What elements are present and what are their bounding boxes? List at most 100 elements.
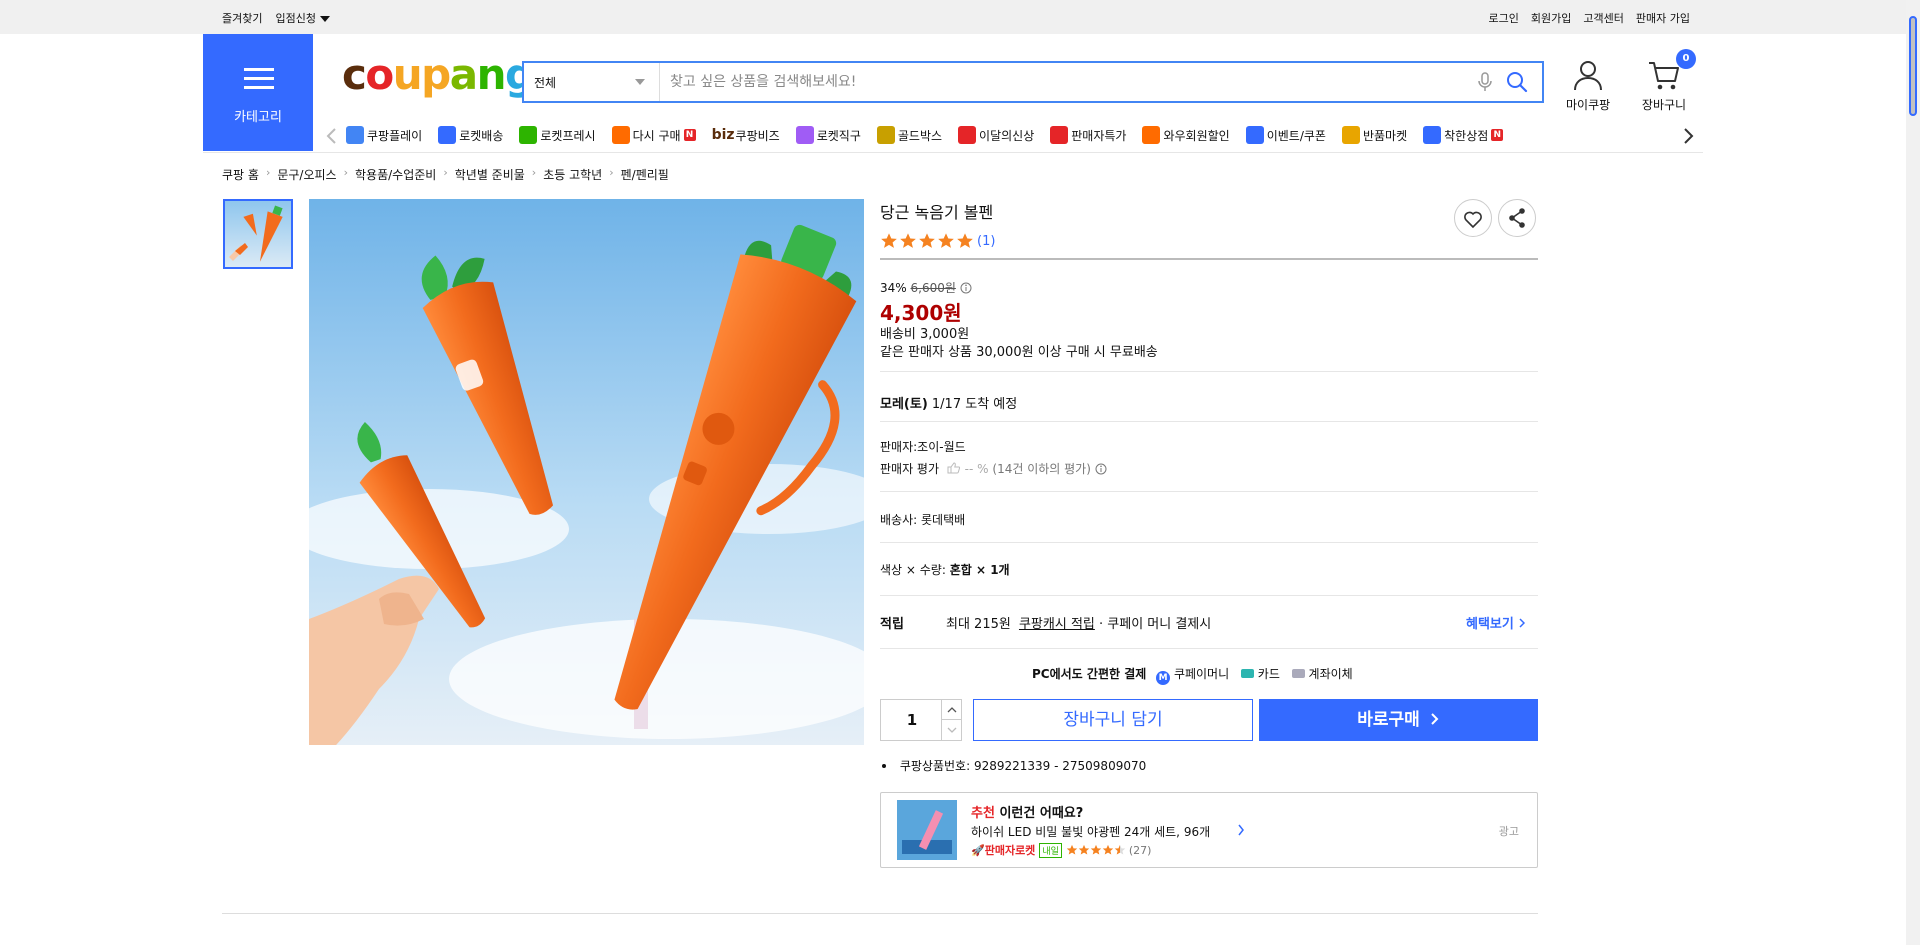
chevron-right-icon[interactable] bbox=[1237, 824, 1245, 836]
breadcrumb-separator-icon: › bbox=[265, 166, 271, 179]
pay-money: 쿠페이머니 bbox=[1173, 667, 1230, 681]
nav-item[interactable]: 이달의신상 bbox=[958, 126, 1034, 144]
nav-item-label: 와우회원할인 bbox=[1163, 128, 1230, 143]
coupay-icon: M bbox=[1156, 671, 1171, 685]
carrot-pen-image bbox=[309, 199, 864, 745]
info-icon[interactable] bbox=[1095, 463, 1107, 475]
search-category-select[interactable]: 전체 bbox=[524, 63, 660, 101]
logo-letter: c bbox=[342, 50, 367, 99]
carrot-pen-thumbnail-image bbox=[225, 201, 291, 267]
nav-item[interactable]: 와우회원할인 bbox=[1142, 126, 1230, 144]
bank-icon bbox=[1291, 669, 1305, 678]
scrollbar-thumb[interactable] bbox=[1909, 16, 1917, 116]
title-divider bbox=[880, 258, 1538, 260]
user-icon bbox=[1574, 61, 1603, 91]
star-icon bbox=[938, 233, 954, 248]
nav-item-icon bbox=[1341, 126, 1360, 144]
nav-item[interactable]: 이벤트/쿠폰 bbox=[1245, 126, 1326, 144]
nav-item[interactable]: 반품마켓 bbox=[1341, 126, 1408, 144]
reward-max: 최대 215원 bbox=[946, 617, 1011, 632]
nav-item[interactable]: 판매자특가 bbox=[1050, 126, 1126, 144]
breadcrumb-item[interactable]: 학년별 준비물 bbox=[455, 166, 525, 183]
nav-item-icon bbox=[438, 126, 457, 144]
sale-price: 4,300원 bbox=[880, 301, 962, 325]
benefit-link[interactable]: 혜택보기 bbox=[1466, 613, 1526, 632]
biz-icon: biz bbox=[711, 127, 735, 143]
nav-item[interactable]: 착한상점 N bbox=[1423, 126, 1504, 144]
breadcrumb-item[interactable]: 문구/오피스 bbox=[277, 166, 336, 183]
quantity-down-button[interactable] bbox=[941, 720, 961, 740]
mycoupang-button[interactable]: 마이쿠팡 bbox=[1566, 58, 1610, 113]
breadcrumb-item[interactable]: 학용품/수업준비 bbox=[355, 166, 436, 183]
mycoupang-label: 마이쿠팡 bbox=[1566, 98, 1611, 112]
seller-label: 판매자: bbox=[880, 440, 918, 454]
product-main-image[interactable] bbox=[309, 199, 864, 745]
share-button[interactable] bbox=[1498, 199, 1536, 237]
nav-item[interactable]: 로켓프레시 bbox=[519, 126, 596, 144]
nav-item-label: 반품마켓 bbox=[1362, 128, 1408, 143]
seller-apply-dropdown[interactable]: 입점신청 bbox=[275, 10, 330, 26]
seller-rocket-label: 판매자로켓 bbox=[984, 844, 1036, 857]
add-to-cart-button[interactable]: 장바구니 담기 bbox=[973, 699, 1253, 741]
cart-label: 장바구니 bbox=[1641, 98, 1687, 112]
courier-label: 배송사: bbox=[880, 513, 918, 527]
info-icon[interactable] bbox=[960, 282, 972, 294]
signup-link[interactable]: 회원가입 bbox=[1531, 10, 1571, 26]
favorite-button[interactable] bbox=[1454, 199, 1492, 237]
product-rating[interactable]: (1) bbox=[880, 232, 995, 250]
cart-button[interactable]: 0 장바구니 bbox=[1640, 49, 1696, 113]
nav-item[interactable]: 쿠팡플레이 bbox=[346, 126, 422, 144]
divider bbox=[880, 595, 1538, 596]
search-bar: 전체 bbox=[522, 61, 1544, 103]
nav-item[interactable]: 다시 구매 N bbox=[611, 126, 696, 144]
nav-item-label: 쿠팡비즈 bbox=[735, 128, 780, 143]
nav-item[interactable]: 로켓직구 bbox=[795, 126, 861, 144]
quantity-value[interactable]: 1 bbox=[881, 700, 943, 740]
divider bbox=[880, 648, 1538, 649]
quantity-up-button[interactable] bbox=[941, 700, 961, 720]
vertical-scrollbar[interactable] bbox=[1906, 0, 1920, 945]
buy-now-button[interactable]: 바로구매 bbox=[1259, 699, 1538, 741]
breadcrumb-item[interactable]: 쿠팡 홈 bbox=[222, 166, 259, 183]
microphone-icon[interactable] bbox=[1476, 72, 1494, 92]
chevron-down-icon bbox=[635, 79, 645, 85]
breadcrumb-item[interactable]: 초등 고학년 bbox=[543, 166, 602, 183]
new-badge: N bbox=[1491, 129, 1504, 141]
seller-apply-label: 입점신청 bbox=[275, 12, 316, 25]
nav-item-icon bbox=[1245, 126, 1264, 144]
breadcrumb-separator-icon: › bbox=[531, 166, 537, 179]
recommendation-card[interactable]: 추천 이런건 어때요? 하이쉬 LED 비밀 불빛 야광펜 24개 세트, 96… bbox=[880, 792, 1538, 868]
seller-signup-link[interactable]: 판매자 가입 bbox=[1636, 10, 1690, 26]
search-input[interactable] bbox=[670, 71, 1460, 93]
favorite-link[interactable]: 즐겨찾기 bbox=[222, 10, 262, 26]
recommend-title: 추천 이런건 어때요? bbox=[971, 802, 1083, 821]
discount-rate: 34% bbox=[880, 281, 907, 295]
seller-name[interactable]: 조이-월드 bbox=[917, 440, 966, 454]
coupang-logo[interactable]: coupang bbox=[342, 54, 535, 96]
logo-letter: n bbox=[476, 50, 507, 99]
logo-letter: o bbox=[365, 50, 394, 99]
footer-divider bbox=[222, 913, 1538, 914]
chevron-right-icon[interactable] bbox=[1678, 124, 1698, 148]
option-row: 색상 × 수량: 혼합 × 1개 bbox=[880, 561, 1010, 578]
category-menu-button[interactable]: 카테고리 bbox=[203, 34, 313, 151]
shipping-fee: 배송비 3,000원 bbox=[880, 327, 970, 342]
logo-letter: u bbox=[392, 50, 423, 99]
recommend-item-name[interactable]: 하이쉬 LED 비밀 불빛 야광펜 24개 세트, 96개 bbox=[971, 823, 1210, 840]
review-count[interactable]: (1) bbox=[977, 234, 995, 249]
product-thumbnail[interactable] bbox=[223, 199, 293, 269]
nav-item[interactable]: 골드박스 bbox=[876, 126, 942, 144]
coupang-cash-link[interactable]: 쿠팡캐시 적립 bbox=[1019, 617, 1095, 632]
search-icon[interactable] bbox=[1506, 71, 1528, 93]
customer-center-link[interactable]: 고객센터 bbox=[1583, 10, 1623, 26]
pay-card: 카드 bbox=[1257, 667, 1280, 681]
breadcrumb-item[interactable]: 펜/펜리필 bbox=[621, 166, 669, 183]
chevron-left-icon[interactable] bbox=[322, 124, 342, 148]
nav-item[interactable]: 로켓배송 bbox=[438, 126, 503, 144]
breadcrumb-separator-icon: › bbox=[609, 166, 614, 179]
breadcrumb: 쿠팡 홈 › 문구/오피스 › 학용품/수업준비 › 학년별 준비물 › 초등 고학년 › 펜/펜리… bbox=[222, 166, 669, 183]
nav-item[interactable]: biz 쿠팡비즈 bbox=[712, 126, 780, 144]
product-number-value: 9289221339 - 27509809070 bbox=[973, 759, 1147, 773]
quantity-stepper[interactable]: 1 bbox=[880, 699, 962, 741]
login-link[interactable]: 로그인 bbox=[1489, 10, 1519, 26]
